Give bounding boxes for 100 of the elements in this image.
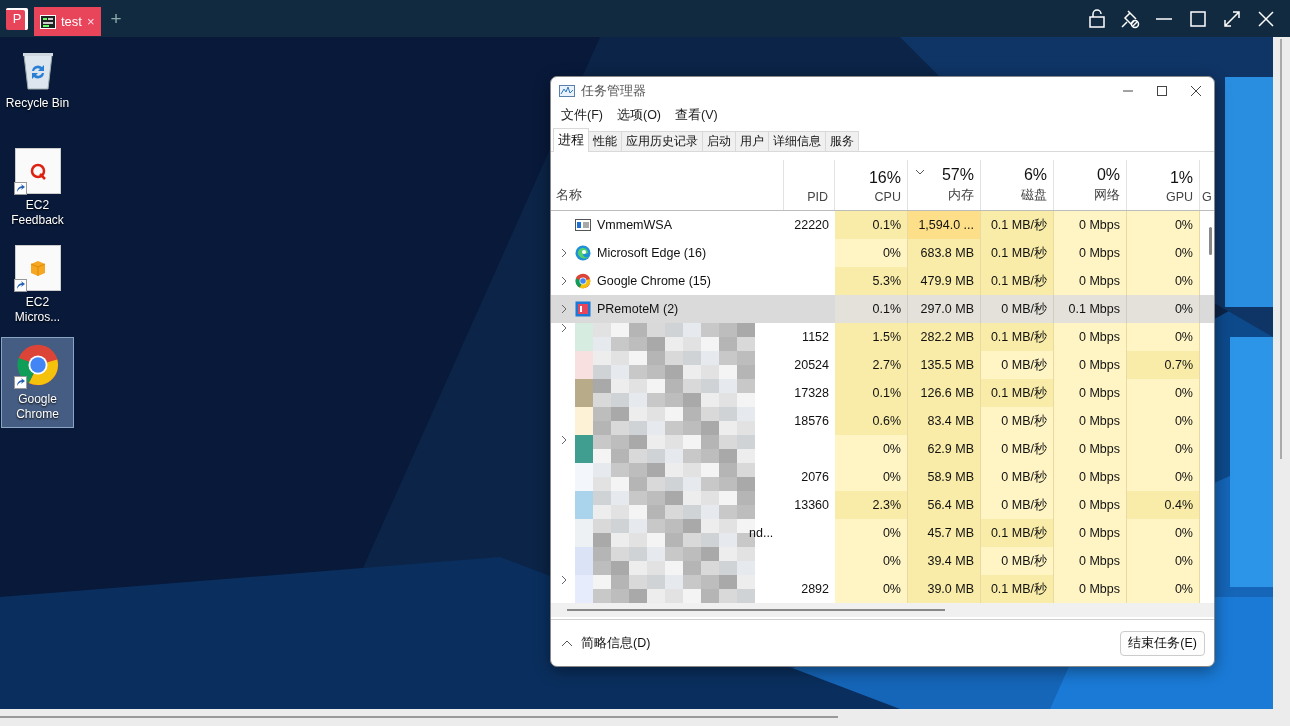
- usage-cell: 0%: [1127, 519, 1200, 547]
- usage-cell: 39.4 MB: [908, 547, 981, 575]
- desktop-shortcut[interactable]: EC2 Micros...: [1, 240, 74, 331]
- end-task-button[interactable]: 结束任务(E): [1120, 630, 1205, 656]
- maximize-icon: [1188, 8, 1208, 29]
- pid-value: 2076: [801, 470, 829, 484]
- usage-cell: 0 MB/秒: [981, 547, 1054, 575]
- process-row[interactable]: 1152 1.5% 282.2 MB 0.1 MB/秒 0 Mbps 0%: [551, 323, 1214, 351]
- desktop-shortcut[interactable]: EC2 Feedback: [1, 143, 74, 234]
- remote-app-icon: [575, 301, 591, 317]
- process-row[interactable]: 0% 62.9 MB 0 MB/秒 0 Mbps 0%: [551, 435, 1214, 463]
- process-row[interactable]: 20524 2.7% 135.5 MB 0 MB/秒 0 Mbps 0.7%: [551, 351, 1214, 379]
- process-name: Microsoft Edge (16): [597, 246, 707, 260]
- usage-cell: 0.1%: [835, 211, 908, 239]
- usage-cell: 0 MB/秒: [981, 351, 1054, 379]
- usage-cell: 1.5%: [835, 323, 908, 351]
- scrollbar-thumb[interactable]: [567, 609, 945, 611]
- column-header[interactable]: 内存: [948, 187, 974, 204]
- close-icon: [1190, 84, 1202, 97]
- desktop-shortcut[interactable]: Google Chrome: [1, 337, 74, 428]
- q-glyph-icon: [28, 162, 47, 180]
- usage-cell: 0 Mbps: [1054, 407, 1127, 435]
- usage-cell: 5.3%: [835, 267, 908, 295]
- tab[interactable]: 进程: [553, 128, 589, 152]
- tab[interactable]: 应用历史记录: [621, 131, 703, 151]
- usage-total: 0%: [1096, 166, 1120, 184]
- pid-value: 2892: [801, 582, 829, 596]
- pid-value: 22220: [794, 218, 829, 232]
- usage-cell: 0.7%: [1127, 351, 1200, 379]
- usage-cell: 0%: [835, 435, 908, 463]
- process-name: VmmemWSA: [597, 218, 672, 232]
- tab[interactable]: 服务: [825, 131, 859, 151]
- usage-cell: 479.9 MB: [908, 267, 981, 295]
- process-name: PRemoteM (2): [597, 302, 679, 316]
- usage-cell: 0.1 MB/秒: [981, 519, 1054, 547]
- usage-cell: 0%: [1127, 547, 1200, 575]
- column-header[interactable]: PID: [807, 190, 828, 204]
- process-row[interactable]: Google Chrome (15) 5.3% 479.9 MB 0.1 MB/秒 0 Mbps 0%: [551, 267, 1214, 295]
- usage-cell: 0%: [1127, 267, 1200, 295]
- process-row[interactable]: Microsoft Edge (16) 0% 683.8 MB 0.1 MB/秒 0 Mbps 0%: [551, 239, 1214, 267]
- usage-cell: 0%: [835, 519, 908, 547]
- usage-cell: 0%: [835, 463, 908, 491]
- session-tab[interactable]: test ×: [34, 7, 101, 36]
- usage-cell: 2.7%: [835, 351, 908, 379]
- usage-cell: 0.1%: [835, 295, 908, 323]
- usage-cell: 0 Mbps: [1054, 491, 1127, 519]
- usage-cell: 0%: [1127, 211, 1200, 239]
- process-row[interactable]: 17328 0.1% 126.6 MB 0.1 MB/秒 0 Mbps 0%: [551, 379, 1214, 407]
- process-row[interactable]: nd... 0% 45.7 MB 0.1 MB/秒 0 Mbps 0%: [551, 519, 1214, 547]
- desktop-shortcut[interactable]: Recycle Bin: [1, 41, 74, 117]
- column-header[interactable]: 名称: [556, 187, 582, 204]
- tab[interactable]: 用户: [735, 131, 769, 151]
- process-row[interactable]: PRemoteM (2) 0.1% 297.0 MB 0 MB/秒 0.1 Mbps 0%: [551, 295, 1214, 323]
- usage-cell: 39.0 MB: [908, 575, 981, 603]
- usage-cell: 0.1 MB/秒: [981, 239, 1054, 267]
- usage-cell: 0 Mbps: [1054, 323, 1127, 351]
- process-row[interactable]: 2076 0% 58.9 MB 0 MB/秒 0 Mbps 0%: [551, 463, 1214, 491]
- usage-cell: 297.0 MB: [908, 295, 981, 323]
- chrome-icon: [575, 273, 591, 289]
- tab[interactable]: 详细信息: [768, 131, 826, 151]
- fewer-details-link[interactable]: 简略信息(D): [581, 634, 651, 652]
- maximize-icon: [1156, 84, 1168, 97]
- usage-cell: 0%: [1127, 295, 1200, 323]
- tab[interactable]: 启动: [702, 131, 736, 151]
- fullscreen-icon: [1222, 8, 1242, 29]
- usage-cell: 0%: [835, 547, 908, 575]
- column-header[interactable]: 磁盘: [1021, 187, 1047, 204]
- column-header[interactable]: CPU: [874, 190, 901, 204]
- menu-item[interactable]: 选项(O): [609, 106, 669, 124]
- pid-value: 17328: [794, 386, 829, 400]
- scrollbar-thumb[interactable]: [1280, 39, 1282, 459]
- process-row[interactable]: 13360 2.3% 56.4 MB 0 MB/秒 0 Mbps 0.4%: [551, 491, 1214, 519]
- column-header[interactable]: G: [1202, 190, 1212, 204]
- new-tab-button[interactable]: +: [106, 7, 126, 30]
- usage-cell: 0%: [1127, 379, 1200, 407]
- process-row[interactable]: VmmemWSA 22220 0.1% 1,594.0 ... 0.1 MB/秒 0 Mbps 0%: [551, 211, 1214, 239]
- usage-cell: 58.9 MB: [908, 463, 981, 491]
- usage-cell: 0 Mbps: [1054, 351, 1127, 379]
- usage-cell: 2.3%: [835, 491, 908, 519]
- process-row[interactable]: 18576 0.6% 83.4 MB 0 MB/秒 0 Mbps 0%: [551, 407, 1214, 435]
- process-row[interactable]: 2892 0% 39.0 MB 0.1 MB/秒 0 Mbps 0%: [551, 575, 1214, 603]
- tab[interactable]: 性能: [588, 131, 622, 151]
- usage-cell: 0%: [1127, 323, 1200, 351]
- usage-cell: 0 MB/秒: [981, 295, 1054, 323]
- close-icon: [1256, 8, 1276, 29]
- menu-item[interactable]: 文件(F): [554, 106, 610, 124]
- terminal-icon: [40, 14, 56, 29]
- process-row[interactable]: 0% 39.4 MB 0 MB/秒 0 Mbps 0%: [551, 547, 1214, 575]
- usage-cell: 0 Mbps: [1054, 547, 1127, 575]
- usage-cell: 0 Mbps: [1054, 463, 1127, 491]
- usage-total: 16%: [868, 169, 901, 187]
- column-header[interactable]: GPU: [1165, 190, 1193, 204]
- usage-cell: 0%: [1127, 575, 1200, 603]
- usage-total: 57%: [941, 166, 974, 184]
- scrollbar-thumb[interactable]: [1209, 227, 1212, 255]
- usage-cell: 0.1 MB/秒: [981, 211, 1054, 239]
- process-name: Google Chrome (15): [597, 274, 711, 288]
- column-header[interactable]: 网络: [1094, 187, 1120, 204]
- menu-item[interactable]: 查看(V): [668, 106, 725, 124]
- scrollbar-thumb[interactable]: [0, 716, 838, 718]
